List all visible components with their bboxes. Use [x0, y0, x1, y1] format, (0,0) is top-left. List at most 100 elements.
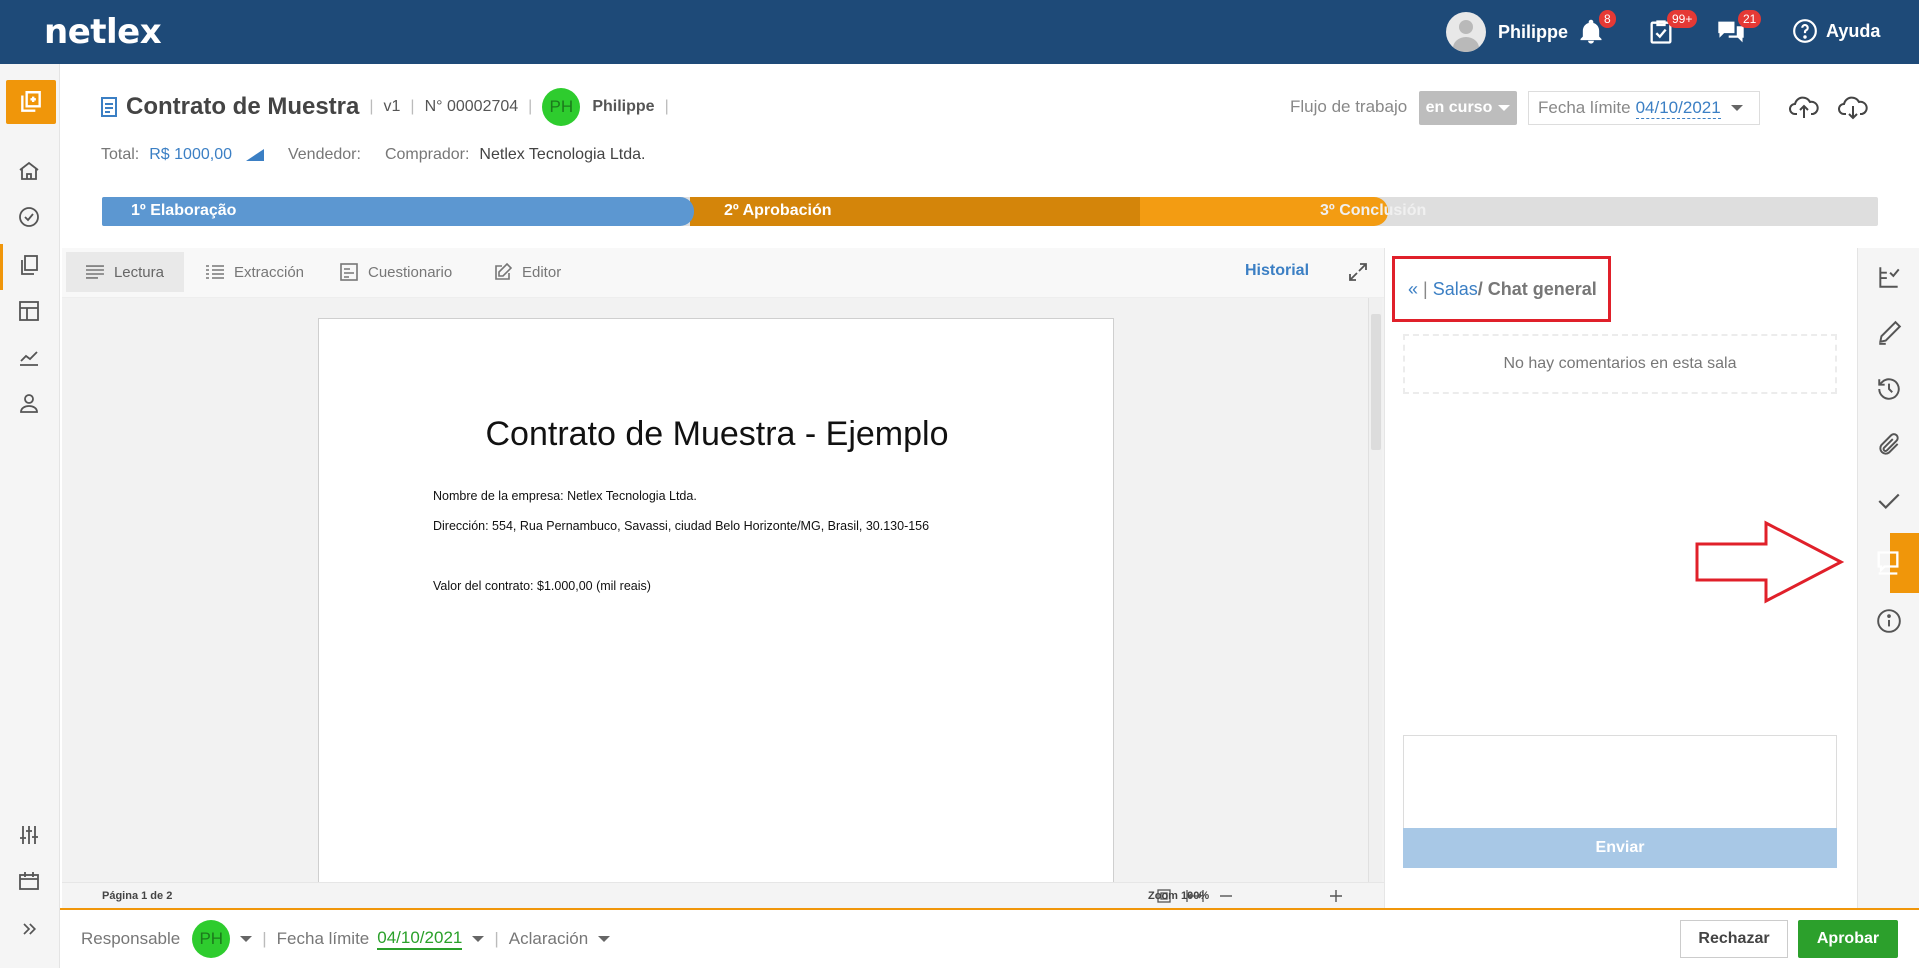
footer-fields: Responsable PH | Fecha límite 04/10/2021… — [81, 920, 611, 958]
netlex-logo[interactable]: netlex — [44, 12, 162, 52]
sidebar-calendar[interactable] — [16, 868, 42, 894]
zoom-out-icon[interactable] — [1220, 895, 1232, 897]
total-value[interactable]: R$ 1000,00 — [149, 146, 232, 164]
document-icon — [101, 97, 117, 117]
rightbar-attachments[interactable] — [1874, 430, 1904, 460]
templates-icon — [19, 301, 39, 321]
owner-avatar[interactable]: PH — [542, 88, 581, 126]
rightbar-history[interactable] — [1874, 374, 1904, 404]
empty-chat-message: No hay comentarios en esta sala — [1403, 334, 1837, 394]
sidebar-users[interactable] — [16, 390, 42, 416]
chevron-down-icon[interactable] — [472, 936, 485, 942]
zoom-in-icon[interactable] — [1330, 890, 1342, 902]
download-button[interactable] — [1838, 94, 1868, 125]
chat-back-button[interactable]: « — [1408, 279, 1418, 299]
user-name[interactable]: Philippe — [1498, 22, 1568, 43]
chat-breadcrumb: « | Salas/ Chat general — [1408, 279, 1597, 300]
document-scrollbar[interactable] — [1368, 298, 1382, 882]
approve-button[interactable]: Aprobar — [1798, 920, 1898, 958]
upload-button[interactable] — [1789, 94, 1819, 125]
document-title[interactable]: Contrato de Muestra — [126, 93, 359, 121]
tasks-badge: 99+ — [1667, 10, 1698, 28]
tab-editor[interactable]: Editor — [474, 252, 581, 292]
notifications-button[interactable]: 8 — [1577, 10, 1616, 51]
expand-icon — [1349, 263, 1367, 281]
chevron-down-icon[interactable] — [598, 936, 611, 942]
chevron-down-icon — [1730, 105, 1743, 111]
document-page: Contrato de Muestra - Ejemplo Nombre de … — [318, 318, 1114, 882]
page-line: Valor del contrato: $1.000,00 (mil reais… — [433, 579, 651, 593]
sidebar-documents[interactable] — [16, 252, 42, 278]
current-room-name: / Chat general — [1477, 279, 1597, 299]
tab-cuestionario[interactable]: Cuestionario — [320, 252, 472, 292]
chevron-down-icon — [1498, 105, 1511, 111]
document-header: Contrato de Muestra | v1 | N° 00002704 |… — [100, 88, 679, 126]
rightbar-signature[interactable] — [1874, 318, 1904, 348]
chevron-down-icon[interactable] — [240, 936, 253, 942]
sidebar-settings[interactable] — [16, 822, 42, 848]
sidebar-home[interactable] — [16, 158, 42, 184]
sidebar-dashboard[interactable] — [16, 204, 42, 230]
help-circle-icon — [1793, 19, 1817, 43]
help-button[interactable]: Ayuda — [1792, 18, 1880, 44]
user-avatar[interactable] — [1446, 12, 1486, 52]
rightbar-comments[interactable] — [1873, 548, 1903, 578]
chat-message-input[interactable] — [1403, 735, 1837, 829]
owner-name: Philippe — [592, 98, 655, 115]
new-document-icon — [21, 91, 41, 112]
document-viewer[interactable]: Contrato de Muestra - Ejemplo Nombre de … — [62, 298, 1384, 882]
lines-icon — [86, 265, 104, 279]
historial-link[interactable]: Historial — [1245, 262, 1309, 280]
rooms-link[interactable]: Salas — [1433, 279, 1478, 299]
sidebar-reports[interactable] — [16, 344, 42, 370]
tab-lectura[interactable]: Lectura — [66, 252, 184, 292]
view-tabs: Lectura Extracción Cuestionario Editor — [62, 248, 1384, 298]
user-menu[interactable]: Philippe — [1446, 12, 1568, 52]
chart-line-icon — [20, 351, 38, 366]
viewer-statusbar: Página 1 de 2 Zoom 100% — [62, 882, 1384, 908]
responsible-avatar[interactable]: PH — [192, 920, 231, 958]
rightbar-info[interactable] — [1874, 606, 1904, 636]
notifications-badge: 8 — [1599, 10, 1616, 28]
deadline-value: 04/10/2021 — [1635, 97, 1721, 119]
rightbar-checklist[interactable] — [1874, 262, 1904, 292]
cloud-download-icon — [1838, 96, 1868, 120]
footer-deadline-value[interactable]: 04/10/2021 — [377, 928, 463, 950]
scrollbar-thumb[interactable] — [1371, 314, 1381, 450]
paperclip-icon — [1879, 433, 1899, 455]
sidebar-expand[interactable] — [16, 916, 42, 942]
clarification-select[interactable]: Aclaración — [509, 929, 588, 949]
list-icon — [206, 265, 224, 279]
deadline-select[interactable]: Fecha límite 04/10/2021 — [1528, 91, 1760, 125]
workflow-label: Flujo de trabajo — [1290, 97, 1408, 116]
sidebar-templates[interactable] — [16, 298, 42, 324]
user-icon — [20, 394, 38, 413]
red-arrow-annotation — [1695, 520, 1844, 604]
tasks-button[interactable]: 99+ — [1647, 10, 1698, 51]
messages-button[interactable]: 21 — [1716, 10, 1762, 51]
footer-deadline-label: Fecha límite — [276, 929, 370, 948]
buyer-value[interactable]: Netlex Tecnologia Ltda. — [479, 146, 645, 164]
edit-icon — [495, 263, 512, 280]
responsible-label: Responsable — [81, 929, 181, 948]
rightbar-approvals[interactable] — [1874, 486, 1904, 516]
breadcrumb-separator: | — [1423, 279, 1428, 299]
reject-button[interactable]: Rechazar — [1680, 920, 1788, 958]
workflow-status-select[interactable]: en curso — [1419, 91, 1517, 125]
tab-extraccion[interactable]: Extracción — [186, 252, 324, 292]
send-button[interactable]: Enviar — [1403, 828, 1837, 868]
history-icon — [1878, 378, 1900, 400]
page-line: Nombre de la empresa: Netlex Tecnologia … — [433, 489, 697, 503]
stage-1-label: 1º Elaboração — [131, 202, 237, 219]
page-heading: Contrato de Muestra - Ejemplo — [485, 415, 949, 453]
new-document-button[interactable] — [6, 80, 56, 124]
tab-label: Extracción — [234, 263, 305, 281]
fullscreen-button[interactable] — [1348, 262, 1368, 287]
buyer-label: Comprador: — [384, 146, 470, 163]
checklist-icon — [1879, 267, 1900, 288]
sidebar-active-indicator — [0, 244, 3, 290]
comment-icon — [1877, 551, 1899, 575]
tab-label: Editor — [522, 263, 562, 281]
separator: | — [369, 98, 374, 115]
workflow-status-value: en curso — [1425, 99, 1493, 116]
